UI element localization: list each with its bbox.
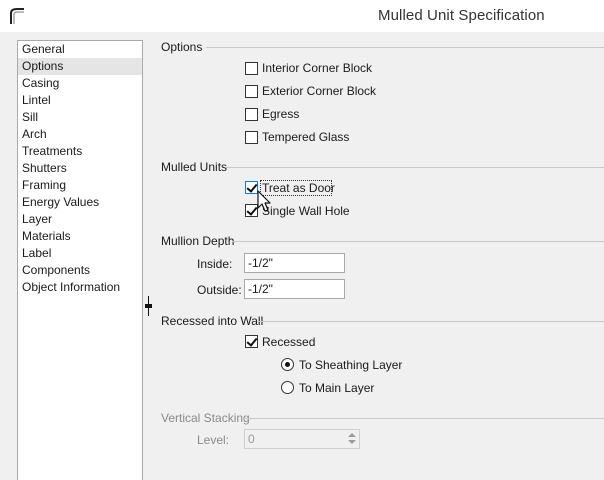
level-label: Level: bbox=[197, 433, 230, 447]
nav-item-treatments[interactable]: Treatments bbox=[18, 143, 142, 160]
nav-item-general[interactable]: General bbox=[18, 41, 142, 58]
nav-item-options[interactable]: Options bbox=[18, 58, 142, 75]
level-input[interactable] bbox=[244, 429, 360, 449]
to-main-layer-radio[interactable] bbox=[281, 381, 294, 394]
exterior-corner-block-checkbox[interactable] bbox=[245, 85, 258, 98]
interior-corner-block-label: Interior Corner Block bbox=[262, 61, 373, 75]
to-sheathing-layer-label: To Sheathing Layer bbox=[299, 358, 403, 372]
section-divider bbox=[226, 167, 604, 168]
nav-item-sill[interactable]: Sill bbox=[18, 109, 142, 126]
mouse-pointer-icon bbox=[257, 190, 271, 212]
section-divider bbox=[206, 47, 604, 48]
section-divider bbox=[244, 418, 604, 419]
section-heading-mullion-depth: Mullion Depth bbox=[161, 234, 235, 248]
exterior-corner-block-label: Exterior Corner Block bbox=[262, 84, 377, 98]
nav-item-arch[interactable]: Arch bbox=[18, 126, 142, 143]
category-list[interactable]: General Options Casing Lintel Sill Arch … bbox=[17, 40, 143, 480]
outside-depth-input[interactable] bbox=[244, 279, 345, 299]
spin-down-icon[interactable] bbox=[348, 440, 356, 444]
recessed-checkbox[interactable] bbox=[245, 335, 258, 348]
spin-up-icon[interactable] bbox=[348, 433, 356, 437]
inside-label: Inside: bbox=[197, 257, 233, 271]
section-divider bbox=[232, 241, 604, 242]
window-title: Mulled Unit Specification bbox=[378, 7, 545, 24]
tempered-glass-label: Tempered Glass bbox=[262, 130, 350, 144]
section-heading-options: Options bbox=[161, 40, 203, 54]
nav-item-framing[interactable]: Framing bbox=[18, 177, 142, 194]
section-divider bbox=[257, 321, 604, 322]
inside-depth-input[interactable] bbox=[244, 253, 345, 273]
nav-item-label[interactable]: Label bbox=[18, 245, 142, 262]
nav-item-components[interactable]: Components bbox=[18, 262, 142, 279]
to-main-layer-label: To Main Layer bbox=[299, 381, 375, 395]
section-heading-recessed-into-wall: Recessed into Wall bbox=[161, 314, 264, 328]
section-heading-vertical-stacking: Vertical Stacking bbox=[161, 411, 250, 425]
single-wall-hole-label: Single Wall Hole bbox=[262, 204, 350, 218]
nav-item-energy-values[interactable]: Energy Values bbox=[18, 194, 142, 211]
to-sheathing-layer-radio[interactable] bbox=[281, 358, 294, 371]
egress-label: Egress bbox=[262, 107, 300, 121]
pane-splitter-handle[interactable] bbox=[145, 296, 152, 316]
nav-item-object-information[interactable]: Object Information bbox=[18, 279, 142, 296]
nav-item-shutters[interactable]: Shutters bbox=[18, 160, 142, 177]
recessed-label: Recessed bbox=[262, 335, 316, 349]
interior-corner-block-checkbox[interactable] bbox=[245, 62, 258, 75]
nav-item-casing[interactable]: Casing bbox=[18, 75, 142, 92]
level-spinner[interactable] bbox=[345, 431, 359, 447]
tempered-glass-checkbox[interactable] bbox=[245, 131, 258, 144]
section-heading-mulled-units: Mulled Units bbox=[161, 160, 228, 174]
nav-item-materials[interactable]: Materials bbox=[18, 228, 142, 245]
nav-item-layer[interactable]: Layer bbox=[18, 211, 142, 228]
title-bar: Mulled Unit Specification bbox=[0, 0, 604, 32]
egress-checkbox[interactable] bbox=[245, 108, 258, 121]
outside-label: Outside: bbox=[197, 283, 242, 297]
app-arch-icon bbox=[10, 8, 24, 24]
nav-item-lintel[interactable]: Lintel bbox=[18, 92, 142, 109]
